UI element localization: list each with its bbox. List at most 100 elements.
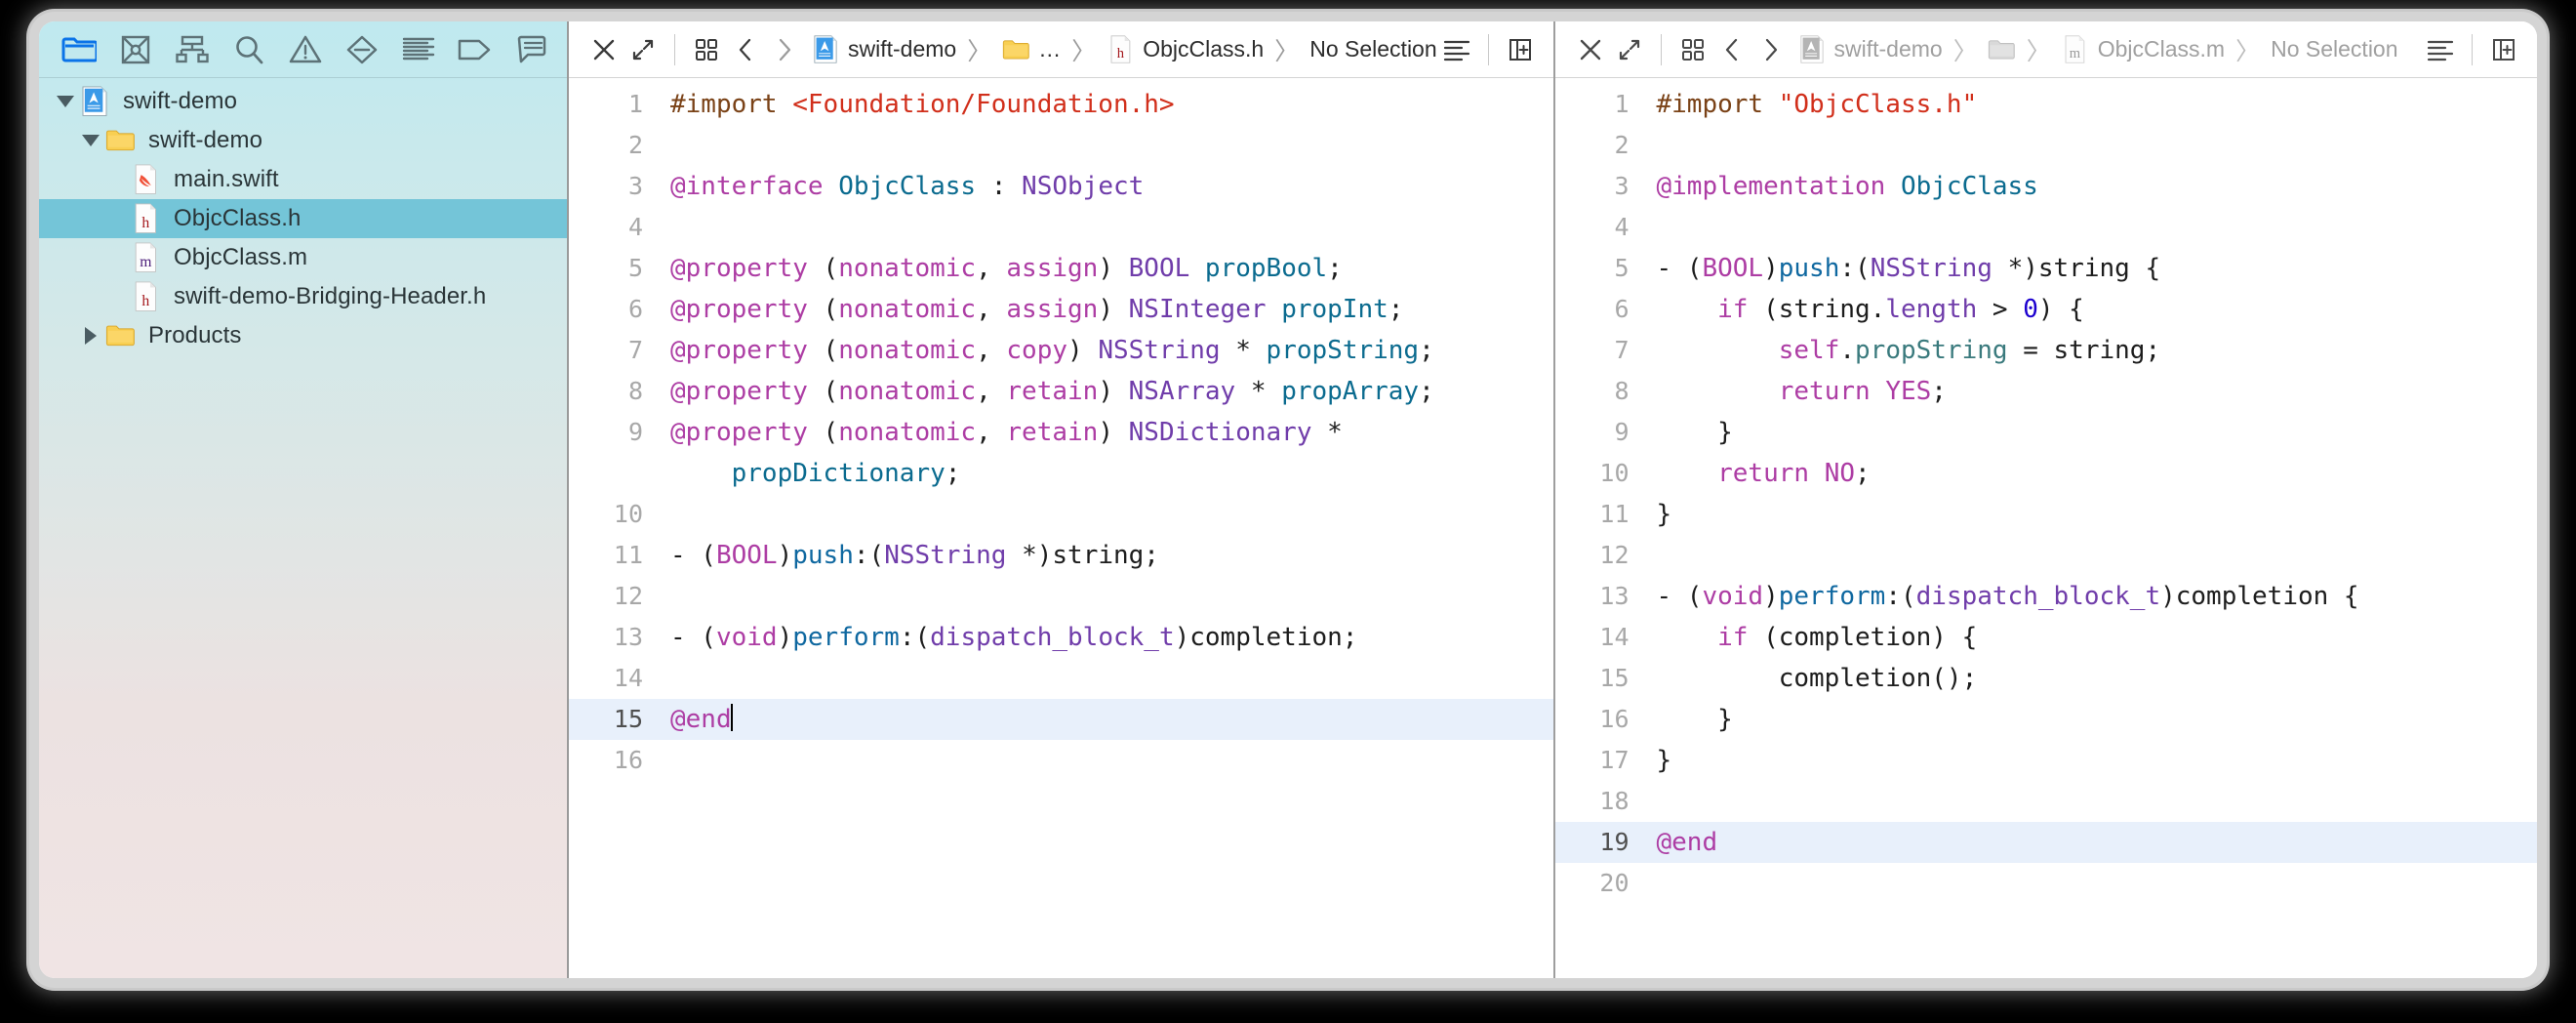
tree-row-label: Products <box>148 322 242 348</box>
find-navigator-icon[interactable] <box>228 30 268 69</box>
related-items-button-right[interactable] <box>1673 30 1712 69</box>
jump-bar-left[interactable]: swift-demo 〉 … 〉 h ObjcClass.h 〉 No Selectio… <box>569 21 1553 78</box>
debug-navigator-icon[interactable] <box>455 30 495 69</box>
navigate-forward-button-left[interactable] <box>765 30 804 69</box>
navigate-back-button-left[interactable] <box>726 30 765 69</box>
code-line[interactable]: 4 <box>1555 207 2538 248</box>
code-line[interactable]: 11} <box>1555 494 2538 535</box>
navigate-back-button-right[interactable] <box>1712 30 1751 69</box>
code-token: nonatomic <box>838 377 977 406</box>
tree-row[interactable]: h swift-demo-Bridging-Header.h <box>39 277 567 316</box>
code-line[interactable]: 5 - (BOOL)push:(NSString *)string { <box>1555 248 2538 289</box>
code-line[interactable]: 15 @end <box>569 699 1553 740</box>
breadcrumb-left[interactable]: swift-demo 〉 … 〉 h ObjcClass.h 〉 No Selectio… <box>812 32 1437 67</box>
code-token: > <box>1977 295 2024 324</box>
close-editor-button-right[interactable] <box>1571 30 1610 69</box>
add-editor-button-right[interactable] <box>2484 30 2523 69</box>
code-line[interactable]: 16 } <box>1555 699 2538 740</box>
breadcrumb-item[interactable]: h ObjcClass.h <box>1107 35 1264 64</box>
disclosure-triangle-down-icon[interactable] <box>53 82 78 121</box>
expand-editor-button-left[interactable] <box>624 30 663 69</box>
code-line[interactable]: 17} <box>1555 740 2538 781</box>
close-editor-button-left[interactable] <box>584 30 624 69</box>
report-navigator-icon[interactable] <box>398 30 438 69</box>
line-number: 6 <box>627 295 643 323</box>
code-line[interactable]: 11 - (BOOL)push:(NSString *)string; <box>569 535 1553 576</box>
code-line[interactable]: 10 return NO; <box>1555 453 2538 494</box>
code-token: nonatomic <box>838 254 977 283</box>
code-line[interactable]: 3 @implementation ObjcClass <box>1555 166 2538 207</box>
code-line[interactable]: 20 <box>1555 863 2538 904</box>
test-navigator-icon[interactable] <box>342 30 382 69</box>
code-line[interactable]: 1 #import <Foundation/Foundation.h> <box>569 84 1553 125</box>
minimap-toggle-right[interactable] <box>2421 30 2460 69</box>
code-line[interactable]: 2 <box>1555 125 2538 166</box>
code-line[interactable]: 14 if (completion) { <box>1555 617 2538 658</box>
folder-icon <box>103 124 137 157</box>
breadcrumb-chevron-icon: 〉 <box>2026 37 2051 65</box>
breadcrumb-right[interactable]: swift-demo 〉 〉 m ObjcClass.m 〉 No Selection <box>1798 32 2422 67</box>
code-line[interactable]: propDictionary; <box>569 453 1553 494</box>
code-token: - ( <box>1656 582 1703 611</box>
code-token: #import <box>670 90 793 119</box>
code-line[interactable]: 7 self.propString = string; <box>1555 330 2538 371</box>
code-line[interactable]: 9 @property (nonatomic, retain) NSDiction… <box>569 412 1553 453</box>
tree-row[interactable]: Products <box>39 316 567 355</box>
issue-navigator-icon[interactable] <box>285 30 325 69</box>
add-editor-button-left[interactable] <box>1501 30 1540 69</box>
code-line[interactable]: 13 - (void)perform:(dispatch_block_t)comp… <box>569 617 1553 658</box>
code-line[interactable]: 13 - (void)perform:(dispatch_block_t)comp… <box>1555 576 2538 617</box>
navigate-forward-button-right[interactable] <box>1751 30 1791 69</box>
project-navigator-icon[interactable] <box>59 30 99 69</box>
minimap-toggle-left[interactable] <box>1437 30 1476 69</box>
code-line[interactable]: 18 <box>1555 781 2538 822</box>
breadcrumb-item[interactable] <box>1989 35 2016 64</box>
xcode-project-icon <box>78 85 111 118</box>
code-line[interactable]: 3 @interface ObjcClass : NSObject <box>569 166 1553 207</box>
code-line[interactable]: 16 <box>569 740 1553 781</box>
breadcrumb-item[interactable]: m ObjcClass.m <box>2062 35 2225 64</box>
code-line[interactable]: 10 <box>569 494 1553 535</box>
code-token: NSArray <box>1128 377 1236 406</box>
code-line[interactable]: 7 @property (nonatomic, copy) NSString * … <box>569 330 1553 371</box>
code-line[interactable]: 8 return YES; <box>1555 371 2538 412</box>
code-line[interactable]: 19 @end <box>1554 822 2537 863</box>
disclosure-triangle-down-icon[interactable] <box>78 121 103 160</box>
code-line[interactable]: 2 <box>569 125 1553 166</box>
code-line[interactable]: 5 @property (nonatomic, assign) BOOL prop… <box>569 248 1553 289</box>
tree-row[interactable]: swift-demo <box>39 82 567 121</box>
tree-row[interactable]: main.swift <box>39 160 567 199</box>
breadcrumb-item[interactable]: … <box>1002 35 1061 64</box>
code-line[interactable]: 14 <box>569 658 1553 699</box>
code-line[interactable]: 9 } <box>1555 412 2538 453</box>
breadcrumb-item[interactable]: swift-demo <box>812 35 956 64</box>
code-line[interactable]: 8 @property (nonatomic, retain) NSArray *… <box>569 371 1553 412</box>
code-line[interactable]: 6 @property (nonatomic, assign) NSInteger… <box>569 289 1553 330</box>
code-editor-left[interactable]: 1 #import <Foundation/Foundation.h> 2 3 @in… <box>569 78 1553 978</box>
tree-row-label: swift-demo <box>123 88 238 114</box>
code-line[interactable]: 12 <box>569 576 1553 617</box>
code-line[interactable]: 1 #import "ObjcClass.h" <box>1555 84 2538 125</box>
disclosure-triangle-right-icon[interactable] <box>78 316 103 355</box>
code-token: :( <box>1839 254 1871 283</box>
code-line[interactable]: 4 <box>569 207 1553 248</box>
breakpoint-navigator-icon[interactable] <box>511 30 551 69</box>
jump-bar-right[interactable]: swift-demo 〉 〉 m ObjcClass.m 〉 No Selection <box>1554 21 2537 78</box>
tree-row[interactable]: swift-demo <box>39 121 567 160</box>
breadcrumb-item[interactable]: No Selection <box>2271 36 2397 62</box>
source-control-navigator-icon[interactable] <box>115 30 155 69</box>
tree-row[interactable]: m ObjcClass.m <box>39 238 567 277</box>
expand-editor-button-right[interactable] <box>1610 30 1649 69</box>
breadcrumb-item[interactable]: No Selection <box>1309 36 1436 62</box>
code-editor-right[interactable]: 1 #import "ObjcClass.h" 2 3 @implementation… <box>1554 78 2538 978</box>
code-line[interactable]: 6 if (string.length > 0) { <box>1555 289 2538 330</box>
code-line[interactable]: 12 <box>1555 535 2538 576</box>
symbol-navigator-icon[interactable] <box>172 30 212 69</box>
related-items-button-left[interactable] <box>687 30 726 69</box>
breadcrumb-item[interactable]: swift-demo <box>1798 35 1943 64</box>
project-file-tree[interactable]: swift-demo swift-demo main.swift h ObjcC… <box>39 78 567 978</box>
tree-row[interactable]: h ObjcClass.h <box>39 199 567 238</box>
code-line[interactable]: 15 completion(); <box>1555 658 2538 699</box>
